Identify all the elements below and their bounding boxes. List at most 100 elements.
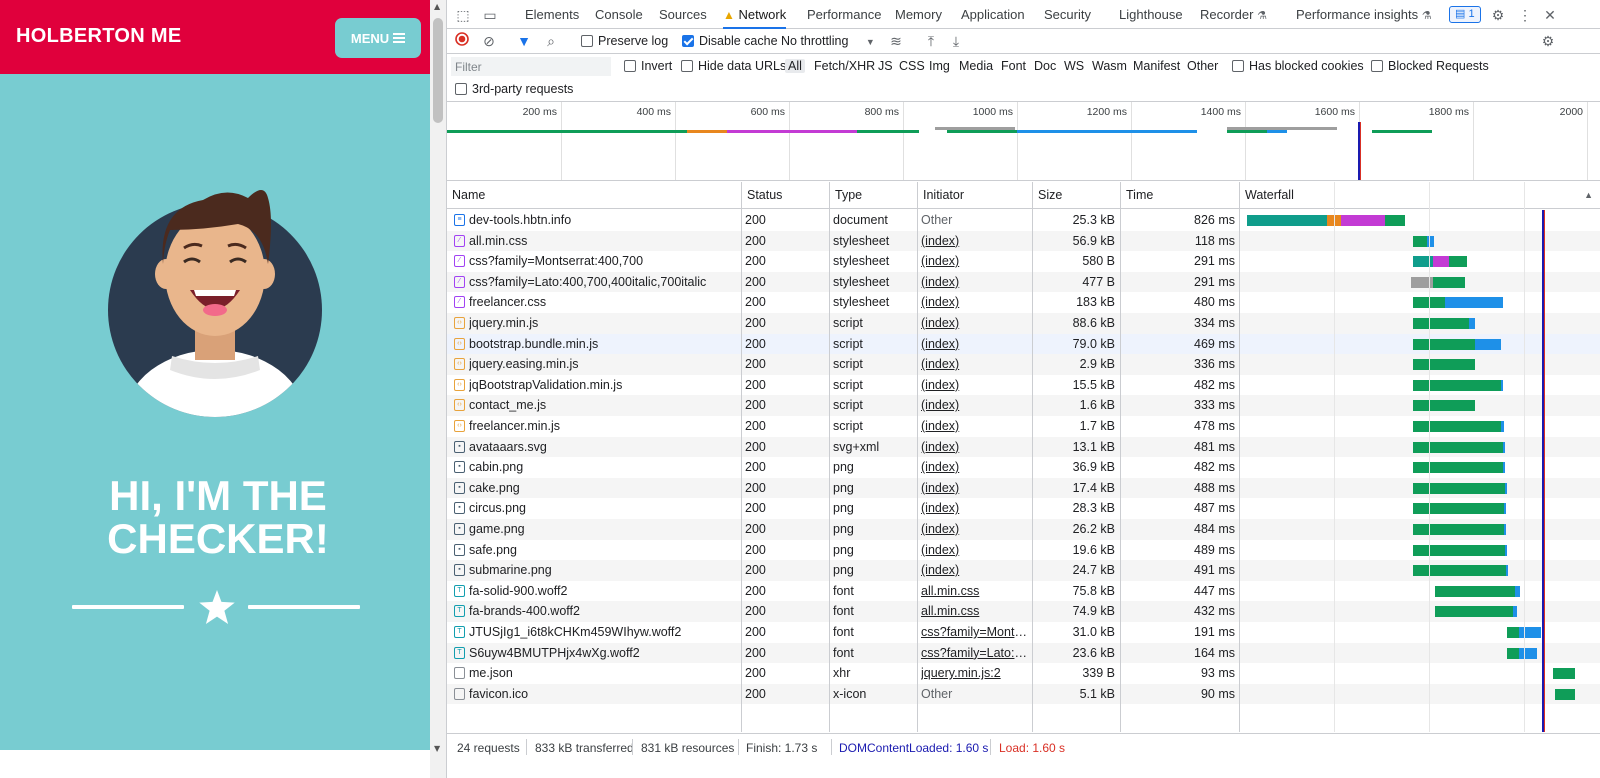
request-row[interactable]: ⁄ css?family=Lato:400,700,400italic,700it… [447,271,1600,293]
request-row[interactable]: ‹› bootstrap.bundle.min.js 200 script (index… [447,333,1600,355]
tab-security[interactable]: Security [1044,0,1091,29]
scroll-down-icon[interactable]: ▼ [434,744,440,753]
request-row[interactable]: ≡ dev-tools.hbtn.info 200 document Other 25.3… [447,210,1600,231]
request-row[interactable]: ▪ game.png 200 png (index) 26.2 kB 484 ms [447,519,1600,540]
settings-gear-icon[interactable]: ⚙ [1489,6,1507,24]
request-row[interactable]: ⁄ all.min.css 200 stylesheet (index) 56.9 kB 1… [447,230,1600,252]
request-row[interactable]: ‹› contact_me.js 200 script (index) 1.6 kB 333… [447,395,1600,416]
request-initiator[interactable]: (index) [921,560,1027,580]
request-row[interactable]: ▪ safe.png 200 png (index) 19.6 kB 489 ms [447,540,1600,561]
filter-type-media[interactable]: Media [959,59,993,73]
request-initiator[interactable]: (index) [921,354,1027,374]
tab-elements[interactable]: Elements [525,0,579,29]
request-initiator[interactable]: (index) [921,313,1027,333]
tab-performance-insights[interactable]: Performance insights ⚗ [1296,0,1432,29]
invert-checkbox[interactable]: Invert [624,59,672,73]
request-row[interactable]: ▪ cake.png 200 png (index) 17.4 kB 488 ms [447,477,1600,499]
page-scrollbar[interactable]: ▲ ▼ [430,0,446,778]
filter-type-manifest[interactable]: Manifest [1133,59,1180,73]
request-initiator[interactable]: (index) [921,416,1027,436]
filter-input[interactable] [451,57,611,76]
site-brand[interactable]: HOLBERTON ME [16,25,181,48]
export-har-icon[interactable]: ⤓ [947,32,965,50]
request-initiator[interactable]: (index) [921,395,1027,415]
request-row[interactable]: ▪ circus.png 200 png (index) 28.3 kB 487 ms [447,498,1600,519]
col-name[interactable]: Name [447,182,741,209]
filter-type-ws[interactable]: WS [1064,59,1084,73]
request-row[interactable]: me.json 200 xhr jquery.min.js:2 339 B 93 ms [447,663,1600,684]
request-initiator[interactable]: all.min.css [921,601,1027,621]
network-overview-timeline[interactable]: 200 ms 400 ms 600 ms 800 ms 1000 ms 1200 ms 14… [447,101,1600,181]
request-row[interactable]: Tfa-brands-400.woff2 200 font all.min.css 74… [447,601,1600,622]
request-row[interactable]: T JTUSjIg1_i6t8kCHKm459WIhyw.woff2 200 font… [447,622,1600,643]
issues-badge[interactable]: ▤ 1 [1449,6,1481,23]
request-initiator[interactable]: (index) [921,540,1027,560]
request-initiator[interactable]: css?family=Monts... [921,622,1027,642]
tab-performance[interactable]: Performance [807,0,881,29]
filter-icon[interactable]: ▼ [515,32,533,50]
close-devtools-icon[interactable]: ✕ [1541,6,1559,24]
blocked-cookies-checkbox[interactable]: Has blocked cookies [1232,59,1364,73]
search-icon[interactable]: ⌕ [542,32,560,50]
preserve-log-checkbox[interactable]: Preserve log [581,34,668,48]
request-row[interactable]: favicon.ico 200 x-icon Other 5.1 kB 90 ms [447,683,1600,705]
tab-lighthouse[interactable]: Lighthouse [1119,0,1183,29]
request-row[interactable]: ⁄ freelancer.css 200 stylesheet (index) 183 k… [447,292,1600,313]
request-row[interactable]: ‹› jquery.easing.min.js 200 script (index) 2.… [447,354,1600,375]
request-row[interactable]: T S6uyw4BMUTPHjx4wXg.woff2 200 font css?fami… [447,642,1600,664]
page-scroll-thumb[interactable] [433,18,443,123]
request-initiator[interactable]: (index) [921,292,1027,312]
request-row[interactable]: ▪ cabin.png 200 png (index) 36.9 kB 482 ms [447,457,1600,478]
filter-type-other[interactable]: Other [1187,59,1218,73]
request-initiator[interactable]: (index) [921,334,1027,354]
request-row[interactable]: ‹› jqBootstrapValidation.min.js 200 script (… [447,375,1600,396]
network-settings-icon[interactable]: ⚙ [1539,32,1557,50]
request-row[interactable]: ‹› freelancer.min.js 200 script (index) 1.7 k… [447,416,1600,437]
col-initiator[interactable]: Initiator [917,182,1032,209]
request-initiator[interactable]: (index) [921,375,1027,395]
request-initiator[interactable]: (index) [921,251,1027,271]
col-waterfall[interactable]: Waterfall ▲ [1239,182,1600,209]
filter-type-fetch-xhr[interactable]: Fetch/XHR [814,59,875,73]
tab-network[interactable]: ▲ Network [723,0,787,29]
tab-recorder[interactable]: Recorder ⚗ [1200,0,1267,29]
request-row[interactable]: Tfa-solid-900.woff2 200 font all.min.css 75.… [447,581,1600,602]
request-initiator[interactable]: (index) [921,457,1027,477]
filter-type-font[interactable]: Font [1001,59,1026,73]
filter-type-js[interactable]: JS [878,59,893,73]
stop-recording-icon[interactable] [453,32,471,50]
filter-type-all[interactable]: All [785,59,805,73]
network-conditions-icon[interactable]: ≋ [887,32,905,50]
tab-memory[interactable]: Memory [895,0,942,29]
filter-type-wasm[interactable]: Wasm [1092,59,1127,73]
disable-cache-checkbox[interactable]: Disable cache [682,34,778,48]
request-initiator[interactable]: (index) [921,478,1027,498]
request-initiator[interactable]: (index) [921,519,1027,539]
hide-data-urls-checkbox[interactable]: Hide data URLs [681,59,786,73]
scroll-up-icon[interactable]: ▲ [434,2,440,11]
request-row[interactable]: ▪ submarine.png 200 png (index) 24.7 kB 491 ms [447,560,1600,581]
request-row[interactable]: ‹› jquery.min.js 200 script (index) 88.6 kB 33… [447,313,1600,334]
request-initiator[interactable]: all.min.css [921,581,1027,601]
throttling-select[interactable]: No throttling ▼ [781,34,875,48]
request-initiator[interactable]: (index) [921,437,1027,457]
more-options-icon[interactable]: ⋮ [1516,6,1534,24]
request-initiator[interactable]: (index) [921,272,1027,292]
tab-console[interactable]: Console [595,0,643,29]
request-row[interactable]: ⁄ css?family=Montserrat:400,700 200 stylesh… [447,251,1600,272]
filter-type-doc[interactable]: Doc [1034,59,1056,73]
col-status[interactable]: Status [741,182,829,209]
request-initiator[interactable]: (index) [921,498,1027,518]
tab-application[interactable]: Application [961,0,1025,29]
col-time[interactable]: Time [1120,182,1239,209]
menu-button[interactable]: MENU [335,18,421,58]
col-type[interactable]: Type [829,182,917,209]
filter-type-img[interactable]: Img [929,59,950,73]
clear-icon[interactable]: ⊘ [480,32,498,50]
inspect-element-icon[interactable]: ⬚ [454,6,472,24]
filter-type-css[interactable]: CSS [899,59,925,73]
request-initiator[interactable]: (index) [921,231,1027,251]
request-row[interactable]: ▪ avataaars.svg 200 svg+xml (index) 13.1 kB 48… [447,436,1600,458]
request-initiator[interactable]: jquery.min.js:2 [921,663,1027,683]
device-toolbar-icon[interactable]: ▭ [481,6,499,24]
